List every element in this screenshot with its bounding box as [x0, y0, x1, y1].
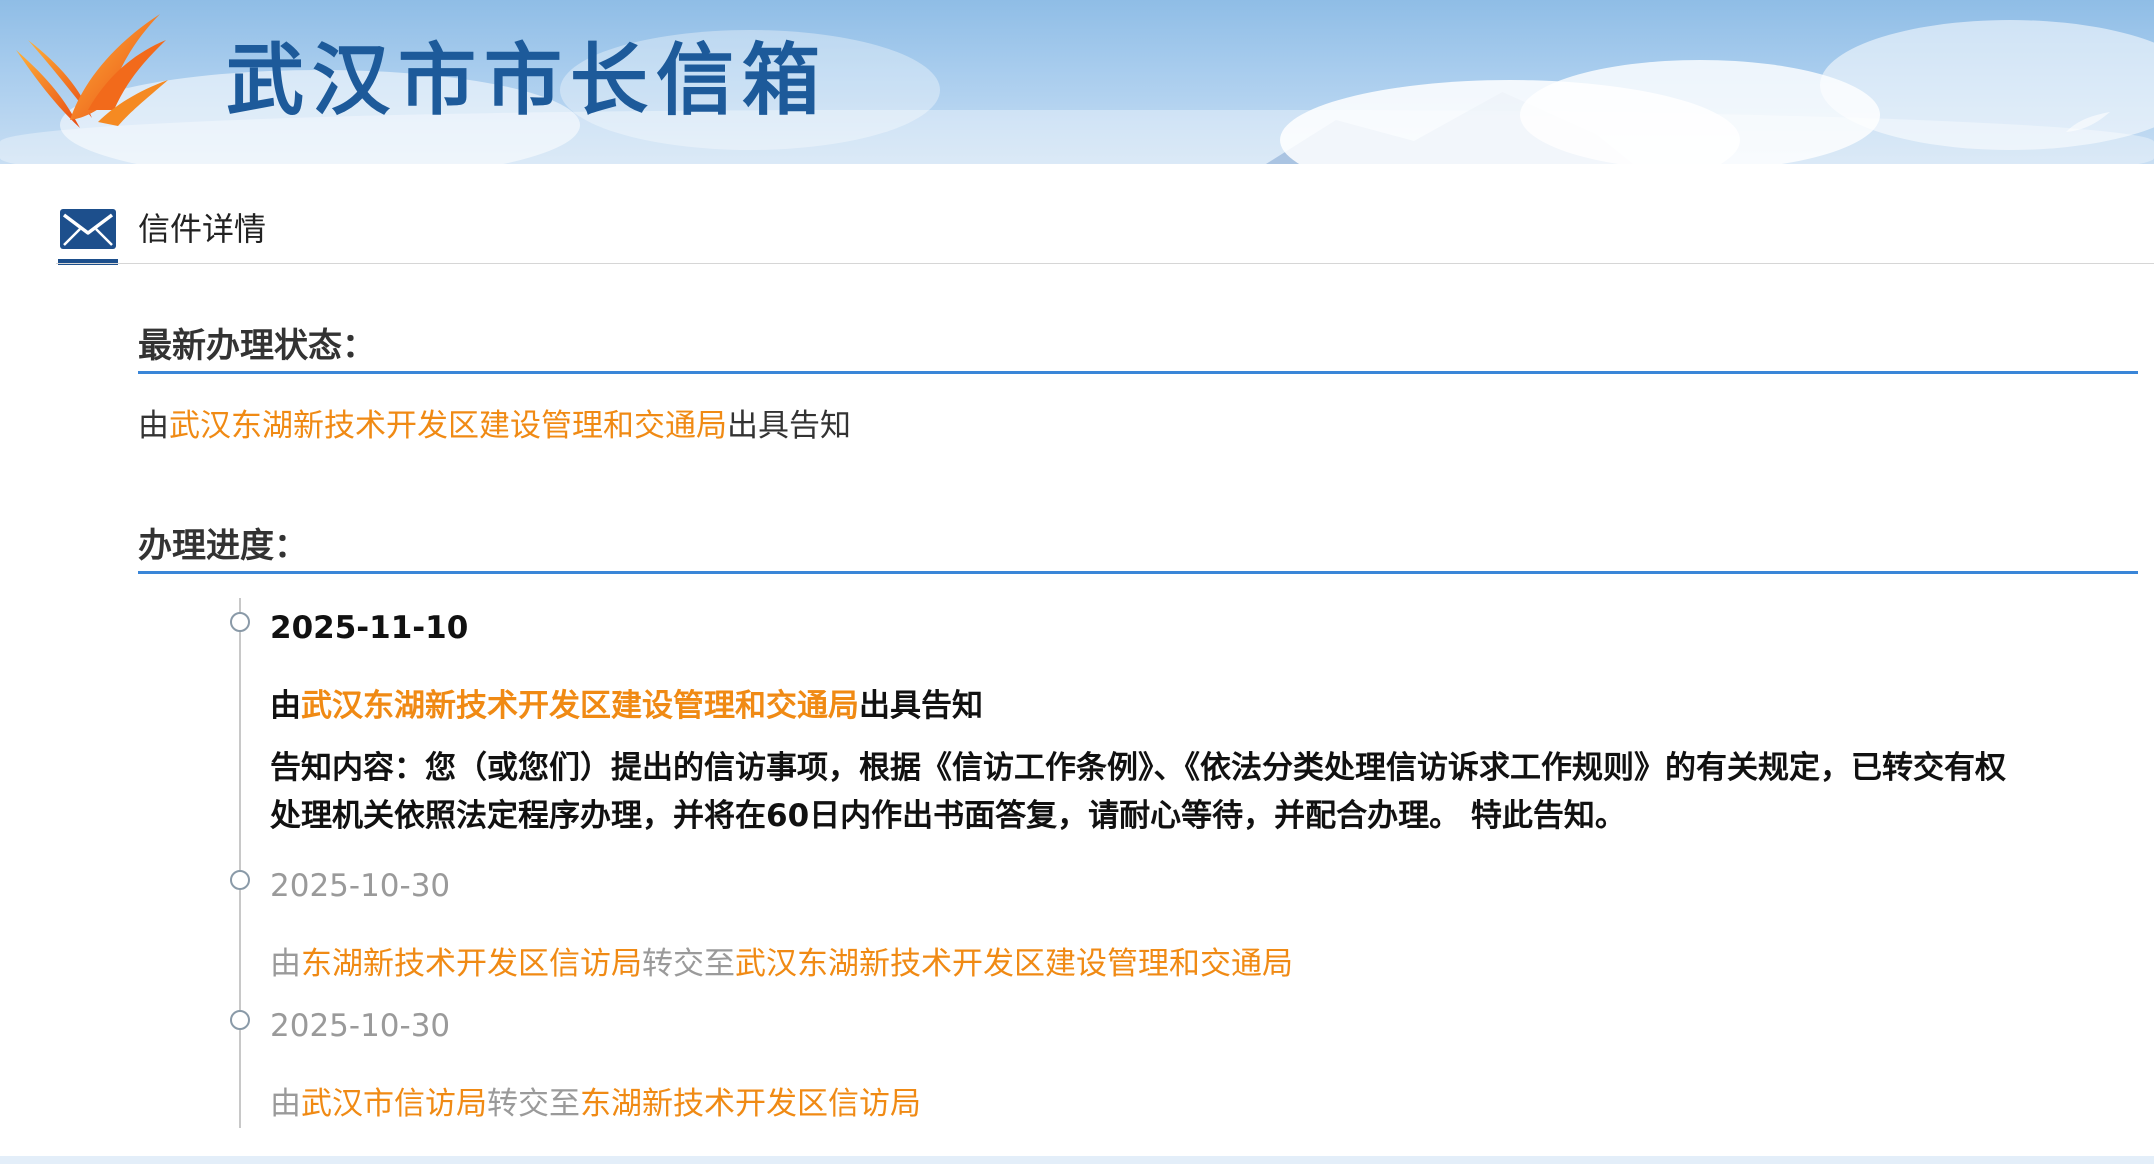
footer-bar — [0, 1156, 2154, 1164]
letter-detail-page: 武汉市市长信箱 信件详情 最新办理状态： 由武汉东湖新技术开发区建设管理和交通局… — [0, 0, 2154, 1164]
status-suffix: 出具告知 — [727, 408, 851, 444]
timeline-line — [239, 598, 241, 1128]
event-to-org-link[interactable]: 武汉东湖新技术开发区建设管理和交通局 — [735, 946, 1293, 982]
status-prefix: 由 — [138, 408, 169, 444]
latest-status-text: 由武汉东湖新技术开发区建设管理和交通局出具告知 — [138, 400, 851, 445]
event-middle: 转交至 — [642, 946, 735, 982]
timeline-date: 2025-10-30 — [270, 1008, 451, 1044]
watermark-icon — [2066, 112, 2110, 132]
timeline-dot-icon — [230, 870, 250, 890]
timeline-event: 由东湖新技术开发区信访局转交至武汉东湖新技术开发区建设管理和交通局 — [270, 938, 1293, 983]
event-middle: 转交至 — [487, 1086, 580, 1122]
event-from-org-link[interactable]: 武汉市信访局 — [301, 1086, 487, 1122]
timeline-dot-icon — [230, 1010, 250, 1030]
timeline-event: 由武汉东湖新技术开发区建设管理和交通局出具告知 — [270, 680, 983, 725]
event-to-org-link[interactable]: 东湖新技术开发区信访局 — [580, 1086, 921, 1122]
timeline-date: 2025-10-30 — [270, 868, 451, 904]
divider — [56, 263, 2154, 264]
progress-heading: 办理进度： — [138, 526, 308, 566]
phoenix-logo-icon[interactable] — [10, 10, 170, 135]
site-title: 武汉市市长信箱 — [226, 36, 829, 126]
section-active-indicator — [58, 259, 118, 265]
event-prefix: 由 — [270, 946, 301, 982]
section-title: 信件详情 — [138, 210, 267, 248]
section-header: 信件详情 — [0, 164, 2154, 265]
timeline-dot-icon — [230, 612, 250, 632]
site-banner: 武汉市市长信箱 — [0, 0, 2154, 164]
status-org-link[interactable]: 武汉东湖新技术开发区建设管理和交通局 — [169, 408, 727, 444]
event-prefix: 由 — [270, 688, 301, 724]
divider — [138, 371, 2138, 374]
event-org-link[interactable]: 武汉东湖新技术开发区建设管理和交通局 — [301, 688, 859, 724]
timeline-date: 2025-11-10 — [270, 610, 469, 646]
timeline-event: 由武汉市信访局转交至东湖新技术开发区信访局 — [270, 1078, 921, 1123]
divider — [138, 571, 2138, 574]
event-suffix: 出具告知 — [859, 688, 983, 724]
event-prefix: 由 — [270, 1086, 301, 1122]
notice-content: 告知内容：您（或您们）提出的信访事项，根据《信访工作条例》、《依法分类处理信访诉… — [270, 750, 2006, 834]
event-from-org-link[interactable]: 东湖新技术开发区信访局 — [301, 946, 642, 982]
latest-status-heading: 最新办理状态： — [138, 326, 376, 366]
mail-icon — [60, 209, 116, 249]
